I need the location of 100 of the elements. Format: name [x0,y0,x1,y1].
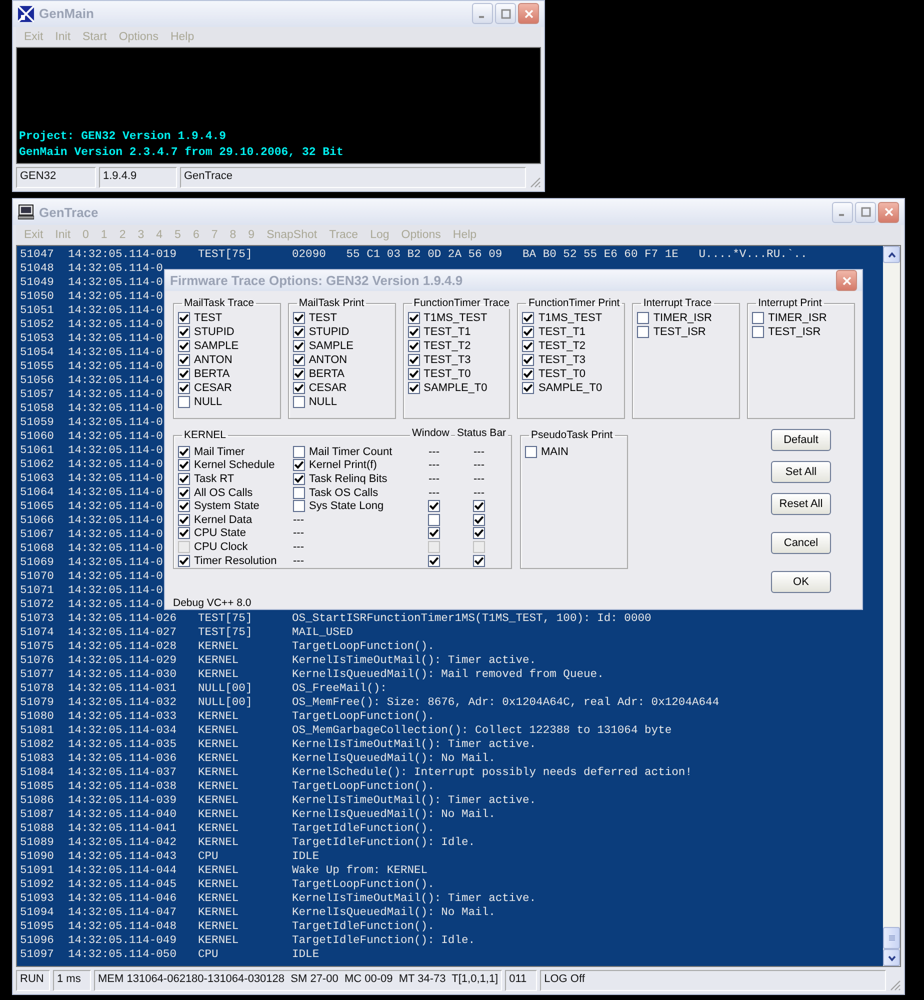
dialog-button[interactable]: Default [771,429,831,451]
checkbox[interactable] [178,368,190,380]
checkbox[interactable] [178,514,190,526]
menu-item[interactable]: Init [49,30,77,43]
menu-item[interactable]: 3 [132,229,150,241]
close-button[interactable] [518,3,539,24]
checkbox[interactable] [178,312,190,324]
log-source: KERNEL [198,654,239,668]
menu-item[interactable]: Init [49,229,77,241]
menu-item[interactable]: 9 [242,229,261,241]
menu-item[interactable]: 2 [113,229,132,241]
log-message: TargetLoopFunction(). [292,640,434,654]
checkbox[interactable] [473,554,485,567]
close-button[interactable] [836,270,857,291]
menu-item[interactable]: 7 [205,229,224,241]
checkbox[interactable] [178,354,190,366]
menu-item[interactable]: 8 [224,229,242,241]
checkbox[interactable] [292,368,305,380]
checkbox[interactable] [473,514,485,526]
checkbox[interactable] [178,326,190,338]
checkbox[interactable] [525,446,537,458]
checkbox[interactable] [473,500,485,512]
checkbox[interactable] [293,486,305,499]
checkbox[interactable] [178,396,190,408]
checkbox[interactable] [293,446,305,458]
checkbox[interactable] [293,459,305,472]
scroll-down-button[interactable] [883,949,900,966]
checkbox[interactable] [408,326,420,338]
minimize-button[interactable] [472,3,493,24]
menu-item[interactable]: 1 [94,229,114,241]
menu-item[interactable]: Help [446,229,483,241]
menu-item[interactable]: 5 [168,229,187,241]
maximize-button[interactable] [495,3,516,24]
checkbox[interactable] [178,500,190,512]
checkbox-label: STUPID [194,326,234,338]
checkbox[interactable] [428,554,440,567]
checkbox[interactable] [522,368,534,380]
checkbox[interactable] [408,340,420,352]
scroll-up-button[interactable] [883,246,900,263]
checkbox[interactable] [408,312,420,324]
menu-item[interactable]: 6 [186,229,206,241]
checkbox[interactable] [522,340,534,352]
checkbox[interactable] [178,340,190,352]
checkbox[interactable] [178,527,190,540]
menu-item[interactable]: Trace [323,229,364,241]
checkbox[interactable] [522,326,534,338]
checkbox[interactable] [178,459,190,472]
checkbox-label: Kernel Print(f) [309,459,377,472]
menu-item[interactable]: Options [112,30,164,43]
line-number: 51049 [20,276,54,290]
dialog-button[interactable]: Reset All [771,493,831,515]
checkbox[interactable] [178,554,190,567]
checkbox[interactable] [408,382,420,394]
checkbox[interactable] [292,312,305,324]
checkbox[interactable] [178,446,190,458]
checkbox[interactable] [428,527,440,540]
checkbox[interactable] [292,326,305,338]
menu-item[interactable]: Start [76,30,113,43]
close-button[interactable] [878,202,899,222]
checkbox[interactable] [178,486,190,499]
minimize-button[interactable] [832,202,853,222]
checkbox[interactable] [292,354,305,366]
menu-item[interactable]: Help [164,30,200,43]
checkbox[interactable] [408,354,420,366]
checkbox[interactable] [292,396,305,408]
checkbox[interactable] [473,527,485,540]
scroll-thumb[interactable] [883,927,900,949]
checkbox[interactable] [752,326,764,338]
checkbox[interactable] [637,312,650,324]
checkbox-label: Sys State Long [309,500,384,512]
scrollbar[interactable] [883,246,900,966]
timestamp: 14:32:05.114-037 [68,766,176,780]
checkbox[interactable] [428,500,440,512]
timestamp: 14:32:05.114-050 [68,948,176,962]
checkbox[interactable] [178,472,190,485]
menu-item[interactable]: 0 [76,229,95,241]
checkbox[interactable] [178,382,190,394]
menu-item[interactable]: Exit [18,30,50,43]
menu-item[interactable]: Options [395,229,447,241]
log-source: KERNEL [198,906,239,920]
maximize-button[interactable] [855,202,876,222]
menu-item[interactable]: Log [364,229,396,241]
menu-item[interactable]: 4 [150,229,169,241]
checkbox[interactable] [293,472,305,485]
menu-item[interactable]: SnapShot [260,229,324,241]
checkbox[interactable] [637,326,650,338]
dialog-button[interactable]: Set All [771,461,831,483]
checkbox[interactable] [752,312,764,324]
console-line: Project: GEN32 Version 1.9.4.9 [19,129,228,146]
menu-item[interactable]: Exit [18,229,50,241]
checkbox[interactable] [522,354,534,366]
dialog-button[interactable]: Cancel [771,532,831,554]
checkbox[interactable] [428,514,440,526]
checkbox[interactable] [522,382,534,394]
checkbox[interactable] [293,500,305,512]
checkbox[interactable] [292,382,305,394]
dialog-button[interactable]: OK [771,571,831,593]
checkbox[interactable] [408,368,420,380]
checkbox[interactable] [292,340,305,352]
checkbox[interactable] [522,312,534,324]
